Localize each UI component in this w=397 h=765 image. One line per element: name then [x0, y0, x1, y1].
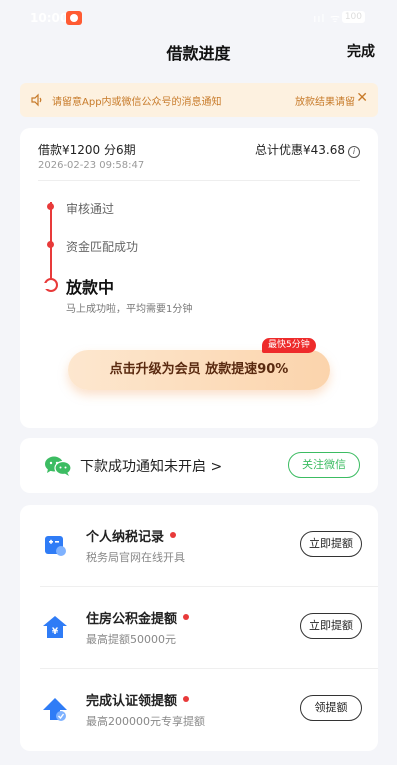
wechat-icon: [45, 456, 72, 476]
tax-record-icon: [45, 536, 66, 556]
verify-upgrade-icon: [43, 698, 67, 721]
notice-banner: 请留意App内或微信公众号的消息通知 放款结果请留 ✕: [20, 83, 378, 117]
app-notification-icon: [66, 11, 82, 25]
close-icon[interactable]: ✕: [356, 90, 368, 106]
red-dot-badge: [170, 532, 177, 538]
nav-bar: 借款进度 完成: [0, 36, 397, 66]
status-time: 10:00: [30, 11, 69, 25]
wechat-notify-card[interactable]: 下款成功通知未开启 > 关注微信: [20, 438, 378, 493]
loan-date: 2026-02-23 09:58:47: [38, 160, 145, 171]
current-step-subtitle: 马上成功啦，平均需要1分钟: [66, 304, 193, 315]
discount-text: 总计优惠¥43.68: [255, 143, 345, 157]
list-item[interactable]: ¥ 住房公积金提额 最高提额50000元 立即提额: [20, 587, 378, 669]
current-step-label: 放款中: [66, 278, 115, 297]
notice-message: 请留意App内或微信公众号的消息通知: [52, 97, 222, 108]
raise-limit-button[interactable]: 立即提额: [300, 531, 362, 557]
step-fund-matched: 资金匹配成功: [66, 240, 139, 254]
discount-total[interactable]: 总计优惠¥43.68 i: [255, 141, 360, 158]
fastest-badge: 最快5分钟: [262, 338, 316, 353]
service-title: 住房公积金提额: [86, 608, 190, 627]
list-item[interactable]: 完成认证领提额 最高200000元专享提额 领提额: [20, 669, 378, 751]
red-dot-badge: [183, 614, 190, 620]
red-dot-badge: [183, 696, 190, 702]
services-card: 个人纳税记录 税务局官网在线开具 立即提额 ¥ 住房公积金提额 最高提额5000…: [20, 505, 378, 751]
timeline-dot: [47, 241, 54, 248]
step-approved: 审核通过: [66, 202, 115, 216]
status-bar: 10:00 ııl ᯤ 100: [0, 0, 397, 36]
service-subtitle: 税务局官网在线开具: [86, 551, 185, 564]
raise-limit-button[interactable]: 立即提额: [300, 613, 362, 639]
service-title: 个人纳税记录: [86, 526, 177, 545]
follow-wechat-button[interactable]: 关注微信: [288, 452, 360, 478]
notice-result: 放款结果请留: [295, 97, 355, 108]
done-button[interactable]: 完成: [347, 41, 375, 61]
service-subtitle: 最高200000元专享提额: [86, 715, 205, 728]
list-item[interactable]: 个人纳税记录 税务局官网在线开具 立即提额: [20, 505, 378, 587]
battery-icon: 100: [341, 11, 365, 23]
divider: [38, 180, 360, 181]
loan-progress-card: 借款¥1200 分6期 2026-02-23 09:58:47 总计优惠¥43.…: [20, 128, 378, 428]
wechat-notify-text[interactable]: 下款成功通知未开启 >: [80, 456, 222, 476]
timeline-dot: [47, 203, 54, 210]
housing-fund-icon: ¥: [43, 616, 67, 638]
service-subtitle: 最高提额50000元: [86, 633, 176, 646]
upgrade-member-button[interactable]: 点击升级为会员 放款提速90%: [68, 350, 330, 390]
svg-text:¥: ¥: [52, 627, 59, 637]
loan-amount-terms: 借款¥1200 分6期: [38, 143, 136, 157]
claim-limit-button[interactable]: 领提额: [300, 695, 362, 721]
speaker-icon: [31, 93, 42, 107]
service-title: 完成认证领提额: [86, 690, 190, 709]
page-title: 借款进度: [166, 44, 231, 63]
current-step-icon: [44, 278, 58, 292]
signal-icon: ııl ᯤ: [313, 12, 341, 25]
info-icon[interactable]: i: [348, 146, 360, 158]
